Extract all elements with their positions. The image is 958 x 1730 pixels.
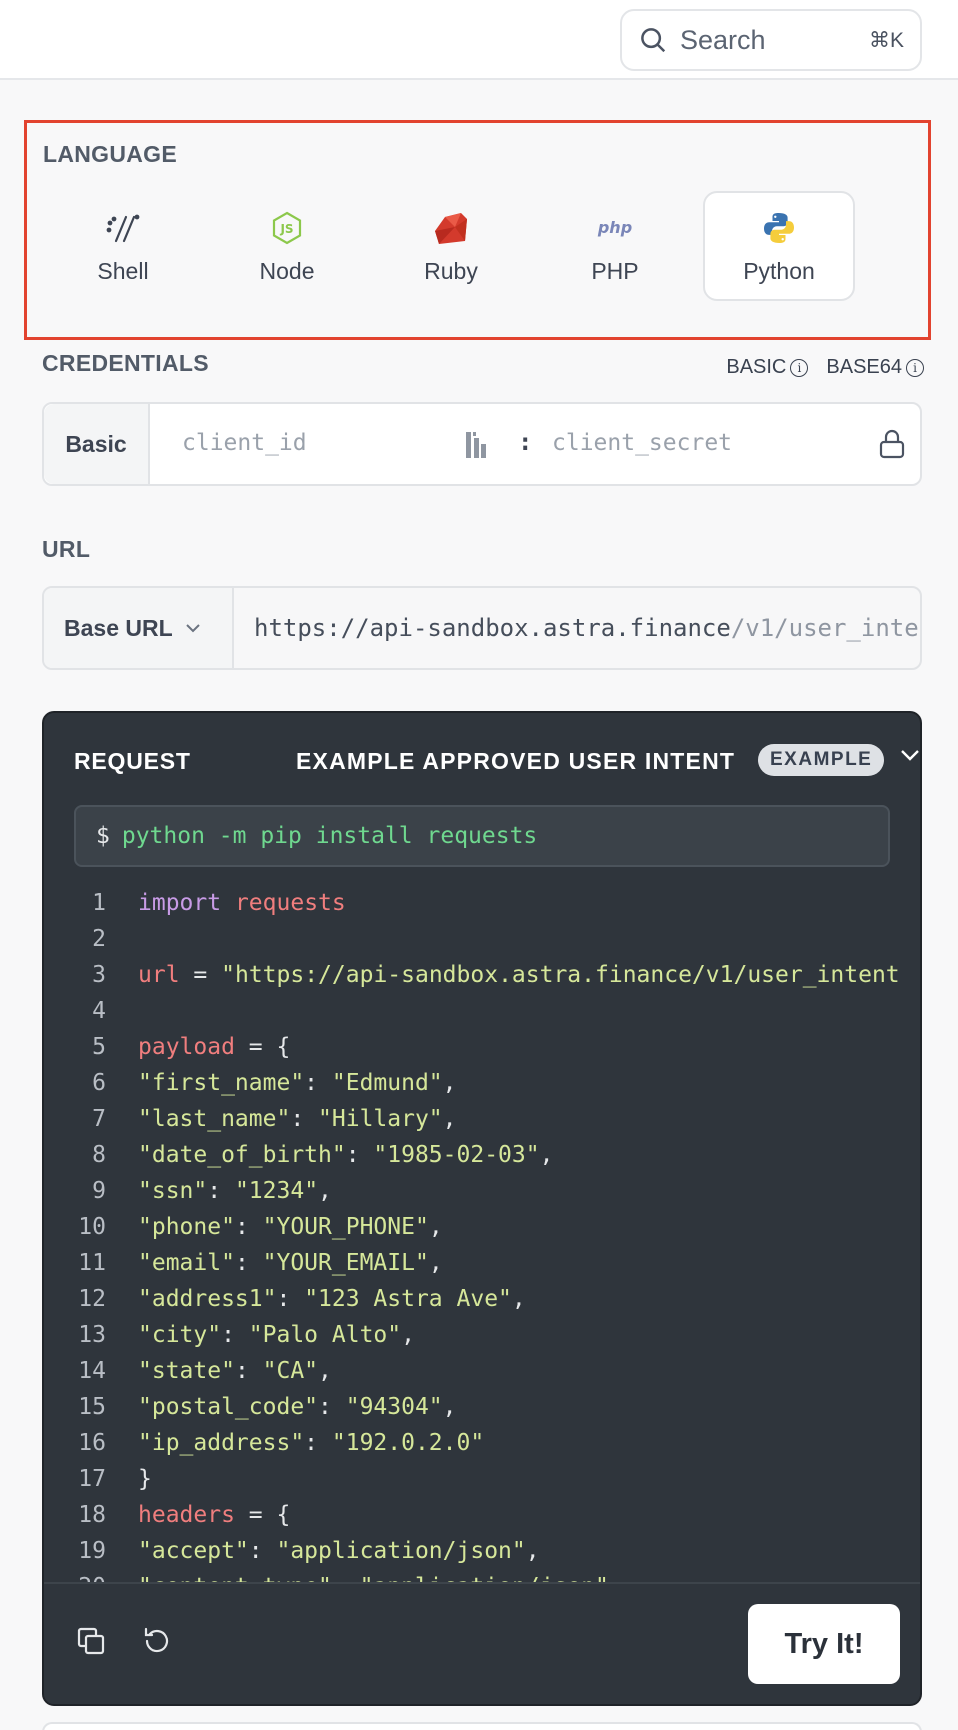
- line-number: 18: [78, 1502, 106, 1528]
- svg-text:JS: JS: [279, 222, 293, 236]
- language-option-python[interactable]: Python: [703, 191, 855, 301]
- line-number: 16: [78, 1430, 106, 1456]
- client-secret-input[interactable]: client_secret: [552, 430, 732, 456]
- top-bar: Search ⌘K: [0, 0, 958, 80]
- line-number: 9: [92, 1178, 106, 1204]
- install-command: python -m pip install requests: [121, 823, 538, 849]
- language-label: Ruby: [424, 257, 478, 284]
- chevron-down-icon: [185, 624, 200, 633]
- try-it-button[interactable]: Try It!: [748, 1604, 900, 1684]
- language-panel: LANGUAGE Shell JS Node Ruby php PHP Pyth…: [24, 120, 931, 340]
- code-text: "accept": "application/json",: [138, 1538, 540, 1564]
- client-id-input[interactable]: client_id: [182, 430, 307, 456]
- python-icon: [759, 208, 799, 248]
- code-text: payload = {: [138, 1034, 291, 1060]
- php-icon: php: [595, 208, 635, 248]
- shell-icon: [103, 208, 143, 248]
- nodejs-icon: JS: [267, 208, 307, 248]
- language-title: LANGUAGE: [43, 141, 178, 167]
- line-number: 1: [92, 890, 106, 916]
- code-text: "phone": "YOUR_PHONE",: [138, 1214, 443, 1240]
- auth-type-label: Basic: [44, 404, 150, 484]
- language-label: Node: [259, 257, 315, 284]
- request-footer: Try It!: [44, 1582, 920, 1704]
- line-number: 14: [78, 1358, 106, 1384]
- language-option-node[interactable]: JS Node: [211, 191, 363, 301]
- code-text: "address1": "123 Astra Ave",: [138, 1286, 526, 1312]
- base-url-select[interactable]: Base URL: [44, 588, 234, 668]
- code-text: url = "https://api-sandbox.astra.finance…: [138, 962, 900, 988]
- example-title[interactable]: EXAMPLE APPROVED USER INTENT: [296, 748, 735, 775]
- example-badge: EXAMPLE: [758, 744, 885, 776]
- code-text: "state": "CA",: [138, 1358, 332, 1384]
- language-option-shell[interactable]: Shell: [47, 191, 199, 301]
- install-command-box: $ python -m pip install requests: [74, 805, 890, 867]
- base64-tag-label: BASE64: [826, 356, 902, 378]
- code-text: "date_of_birth": "1985-02-03",: [138, 1142, 554, 1168]
- language-label: Shell: [97, 257, 149, 284]
- language-label: Python: [743, 257, 815, 284]
- url-path: /v1/user_inte: [730, 614, 919, 642]
- code-text: "email": "YOUR_EMAIL",: [138, 1250, 443, 1276]
- search-icon: [641, 28, 666, 53]
- basic-tag[interactable]: BASIC i: [726, 356, 809, 379]
- code-text: "first_name": "Edmund",: [138, 1070, 457, 1096]
- request-label: REQUEST: [74, 747, 191, 774]
- line-number: 2: [92, 926, 106, 952]
- search-label: Search: [680, 24, 766, 55]
- line-number: 3: [92, 962, 106, 988]
- line-number: 15: [78, 1394, 106, 1420]
- language-option-php[interactable]: php PHP: [539, 191, 691, 301]
- code-text: "postal_code": "94304",: [138, 1394, 457, 1420]
- code-text: }: [138, 1466, 152, 1492]
- line-number: 10: [78, 1214, 106, 1240]
- code-text: "city": "Palo Alto",: [138, 1322, 415, 1348]
- next-section-edge: [42, 1722, 922, 1730]
- code-text: "ssn": "1234",: [138, 1178, 332, 1204]
- code-text: import requests: [138, 890, 346, 916]
- search-shortcut: ⌘K: [868, 28, 904, 52]
- info-icon: i: [790, 358, 809, 377]
- info-icon: i: [906, 358, 924, 377]
- base64-tag[interactable]: BASE64 i: [826, 356, 924, 379]
- base-url-label: Base URL: [64, 614, 173, 641]
- url-base: https://api-sandbox.astra.finance: [254, 614, 731, 642]
- line-number: 12: [78, 1286, 106, 1312]
- credentials-input-group: Basic client_id : client_secret: [42, 402, 922, 486]
- line-number: 8: [92, 1142, 106, 1168]
- shell-prompt: $: [96, 823, 110, 849]
- line-number: 4: [92, 998, 106, 1024]
- url-title: URL: [42, 536, 91, 562]
- chevron-down-icon[interactable]: [900, 749, 920, 761]
- password-manager-icon[interactable]: [464, 430, 488, 465]
- ruby-icon: [431, 208, 471, 248]
- url-display: https://api-sandbox.astra.finance/v1/use…: [234, 614, 919, 642]
- line-number: 19: [78, 1538, 106, 1564]
- credentials-separator: :: [518, 428, 533, 456]
- search-button[interactable]: Search ⌘K: [620, 9, 922, 71]
- line-number: 17: [78, 1466, 106, 1492]
- credentials-tags: BASIC i BASE64 i: [726, 356, 924, 379]
- code-text: "last_name": "Hillary",: [138, 1106, 457, 1132]
- line-number: 5: [92, 1034, 106, 1060]
- url-input-group: Base URL https://api-sandbox.astra.finan…: [42, 586, 922, 670]
- request-header: REQUEST EXAMPLE APPROVED USER INTENT EXA…: [74, 741, 919, 781]
- line-number: 11: [78, 1250, 106, 1276]
- language-label: PHP: [591, 257, 639, 284]
- line-number: 7: [92, 1106, 106, 1132]
- lock-icon: [878, 428, 906, 465]
- line-number: 6: [92, 1070, 106, 1096]
- code-text: "ip_address": "192.0.2.0": [138, 1430, 485, 1456]
- credentials-title: CREDENTIALS: [42, 350, 209, 376]
- language-option-ruby[interactable]: Ruby: [375, 191, 527, 301]
- svg-text:php: php: [597, 218, 632, 237]
- reset-icon[interactable]: [142, 1626, 172, 1661]
- basic-tag-label: BASIC: [726, 356, 787, 378]
- code-text: headers = {: [138, 1502, 291, 1528]
- copy-icon[interactable]: [76, 1626, 106, 1661]
- line-number: 13: [78, 1322, 106, 1348]
- request-panel: REQUEST EXAMPLE APPROVED USER INTENT EXA…: [42, 711, 922, 1706]
- code-block: 1 import requests 2 3 url = "https://api-san…: [44, 885, 920, 1593]
